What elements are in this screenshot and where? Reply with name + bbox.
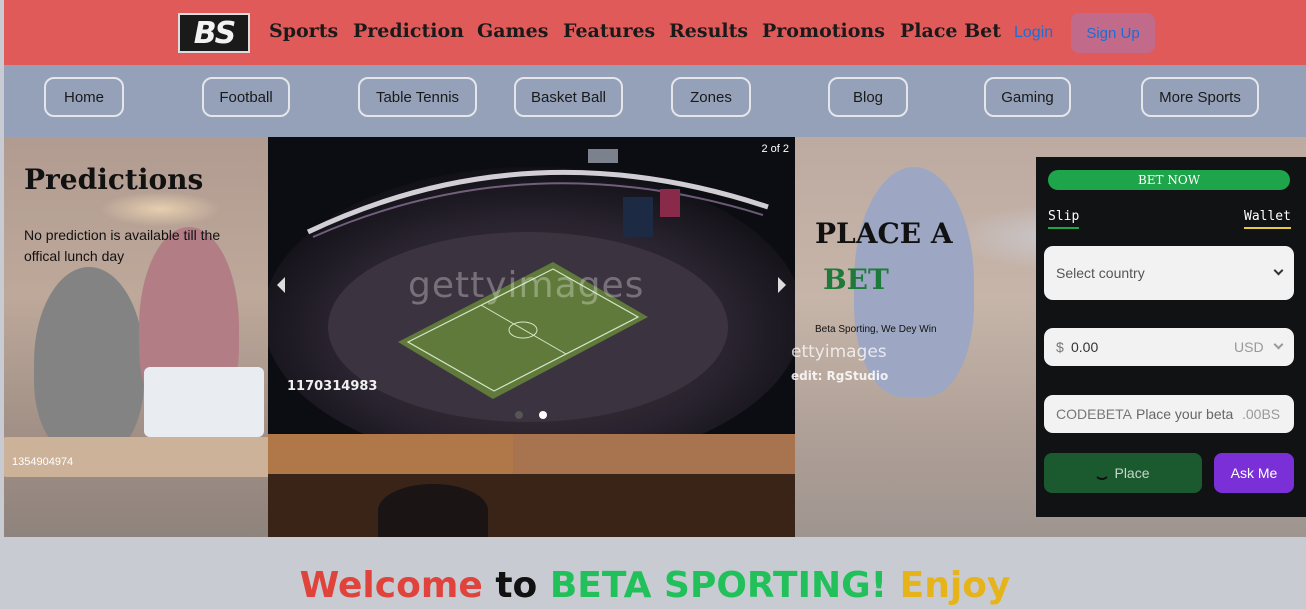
nav-link-promotions[interactable]: Promotions <box>762 20 885 42</box>
slide-counter: 2 of 2 <box>761 143 789 155</box>
fan-figure <box>378 484 488 537</box>
category-pill-home[interactable]: Home <box>44 77 124 117</box>
brand-logo-text: BS <box>193 15 237 51</box>
bet-now-header: BET NOW <box>1048 170 1290 190</box>
category-pill-table-tennis[interactable]: Table Tennis <box>358 77 477 117</box>
predictions-overlay <box>4 137 268 537</box>
category-pill-gaming[interactable]: Gaming <box>984 77 1071 117</box>
login-link[interactable]: Login <box>1014 24 1053 42</box>
carousel-next-arrow-icon[interactable] <box>778 277 786 293</box>
chevron-down-icon <box>1273 339 1284 350</box>
brand-logo[interactable]: BS <box>178 13 250 53</box>
place-button[interactable]: Place <box>1044 453 1202 493</box>
bottom-photo-strip <box>268 434 795 537</box>
welcome-word: to <box>495 565 538 606</box>
bar-counter-photo <box>513 434 795 474</box>
ask-me-button[interactable]: Ask Me <box>1214 453 1294 493</box>
carousel-watermark: gettyimages <box>408 265 645 306</box>
category-pill-blog[interactable]: Blog <box>828 77 908 117</box>
signup-button[interactable]: Sign Up <box>1071 13 1155 53</box>
country-select-value: Select country <box>1056 265 1145 281</box>
hero-section: Predictions No prediction is available t… <box>4 137 1306 537</box>
welcome-word: Welcome <box>299 565 483 606</box>
bet-code-input[interactable]: Place your beta <box>1136 406 1238 422</box>
amount-value: 0.00 <box>1071 339 1099 355</box>
tab-wallet[interactable]: Wallet <box>1244 209 1291 229</box>
place-bet-heading-accent: BET <box>823 263 889 296</box>
bet-code-prefix: CODEBETA <box>1056 406 1132 422</box>
carousel-prev-arrow-icon[interactable] <box>277 277 285 293</box>
currency-symbol: $ <box>1056 339 1064 355</box>
place-bet-tagline: Beta Sporting, We Dey Win <box>815 324 937 335</box>
image-id-label: 1354904974 <box>12 456 74 468</box>
bet-panel: BET NOW Slip Wallet Select country $ 0.0… <box>1036 157 1306 517</box>
currency-select[interactable]: USD <box>1234 339 1264 355</box>
nav-link-results[interactable]: Results <box>669 20 748 42</box>
nav-link-games[interactable]: Games <box>477 20 548 42</box>
place-button-label: Place <box>1114 465 1150 481</box>
country-select[interactable]: Select country <box>1044 246 1294 300</box>
welcome-heading: Welcome to BETA SPORTING! Enjoy <box>4 565 1306 606</box>
place-bet-heading: PLACE A <box>815 217 953 250</box>
welcome-section: Welcome to BETA SPORTING! Enjoy <box>4 537 1306 609</box>
bet-code-field[interactable]: CODEBETA Place your beta .00BS <box>1044 395 1294 433</box>
bet-code-suffix: .00BS <box>1242 406 1281 422</box>
top-navbar: BS Sports Prediction Games Features Resu… <box>4 0 1306 65</box>
amount-field[interactable]: $ 0.00 USD <box>1044 328 1294 366</box>
loading-spinner-icon <box>1094 464 1110 480</box>
stadium-carousel[interactable]: gettyimages 2 of 2 1170314983 <box>268 137 795 434</box>
image-credit-text: edit: RgStudio <box>791 369 889 383</box>
carousel-image-id: 1170314983 <box>287 379 378 394</box>
category-pill-more-sports[interactable]: More Sports <box>1141 77 1259 117</box>
sports-category-bar: Home Football Table Tennis Basket Ball Z… <box>4 65 1306 137</box>
nav-link-features[interactable]: Features <box>563 20 655 42</box>
predictions-title: Predictions <box>24 163 204 196</box>
nav-link-sports[interactable]: Sports <box>269 20 338 42</box>
category-pill-zones[interactable]: Zones <box>671 77 751 117</box>
page: BS Sports Prediction Games Features Resu… <box>0 0 1306 609</box>
tab-slip[interactable]: Slip <box>1048 209 1080 229</box>
category-pill-football[interactable]: Football <box>202 77 290 117</box>
image-credit-watermark: ettyimages <box>791 342 887 362</box>
bar-counter-photo <box>268 434 513 474</box>
category-pill-basket-ball[interactable]: Basket Ball <box>514 77 623 117</box>
nav-link-prediction[interactable]: Prediction <box>353 20 464 42</box>
welcome-word: BETA SPORTING! <box>549 565 888 606</box>
carousel-dot-1[interactable] <box>515 411 523 419</box>
welcome-word: Enjoy <box>899 565 1011 606</box>
chevron-down-icon <box>1273 265 1284 276</box>
predictions-text: No prediction is available till the offi… <box>24 227 221 264</box>
nav-link-place-bet[interactable]: Place Bet <box>900 20 1001 42</box>
carousel-dot-2[interactable] <box>539 411 547 419</box>
